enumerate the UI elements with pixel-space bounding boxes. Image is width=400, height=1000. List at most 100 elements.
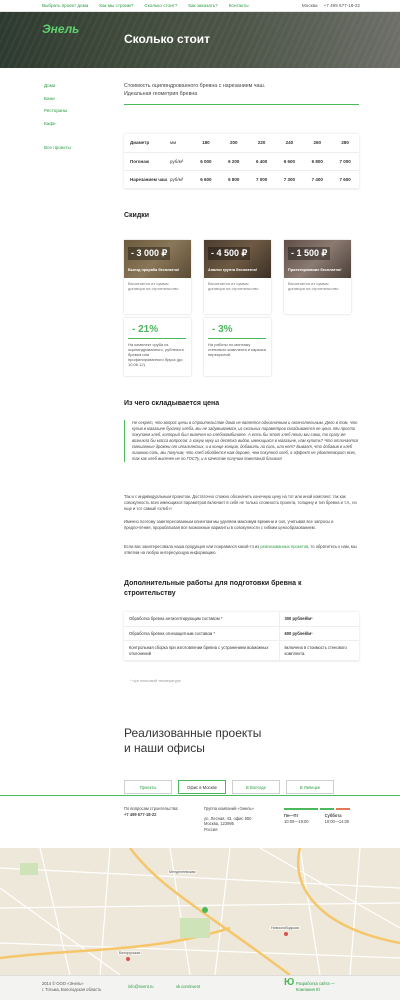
discount-percent: - 3% [212, 324, 233, 335]
price-row: Диаметр мм 180 200 220 240 260 280 [124, 134, 359, 153]
working-hours: Пн—Пт 10:00—19:00 Суббота 10:00—14:00 [284, 806, 350, 824]
discount-text: На комплект сруба из оцилиндрованного, р… [128, 342, 184, 367]
price-cell: 7 000 [247, 170, 276, 189]
price-cell: 280 [331, 134, 359, 153]
discount-title: Анализ грунта бесплатно! [208, 268, 258, 272]
price-cell: 6 800 [219, 170, 248, 189]
header-phone[interactable]: +7 499 677-18-22 [324, 3, 360, 8]
works-note: * при плюсовой температуре [130, 679, 181, 683]
price-row-label: Нарезанием чаш [124, 170, 170, 189]
site-logo[interactable]: Энель [42, 22, 79, 36]
office-tab[interactable]: Офис в Москве [178, 780, 226, 794]
price-cell: 7 000 [331, 152, 359, 171]
top-nav-link[interactable]: Выбрать проект дома [42, 3, 88, 8]
sidebar-item[interactable]: Рестораны [44, 105, 71, 118]
top-nav-right: Москва +7 499 677-18-22 [302, 3, 360, 8]
discount-amount: - 4 500 ₽ [208, 247, 251, 260]
discount-percent: - 21% [132, 324, 159, 335]
works-price: 600 рублей/м³ [278, 626, 359, 641]
price-row-unit: мм [170, 134, 192, 153]
top-nav-link[interactable]: Контакты [229, 3, 249, 8]
office-tab[interactable]: Проекты [124, 780, 172, 794]
city-select[interactable]: Москва [302, 3, 318, 8]
price-section-heading: Из чего складывается цена [124, 400, 220, 407]
works-row: Обработка бревна антисептирующим составо… [124, 612, 359, 627]
price-row-label: Погонаж [124, 152, 170, 171]
discount-percent-card: - 21% На комплект сруба из оцилиндрованно… [124, 318, 191, 376]
price-quote: Не секрет, что вопрос цены в строительст… [124, 420, 359, 462]
price-row-unit: руб/м³ [170, 152, 192, 171]
discount-text: Вычитается из суммы договора на строител… [288, 281, 339, 291]
footer-developer[interactable]: Разработка сайта — Компания Ю [296, 981, 335, 992]
hours-bar-sun [336, 808, 350, 810]
paragraph: Так и с индивидуальным проектом. Достато… [124, 494, 357, 511]
works-name: Контрольная сборка при изготовлении брев… [124, 640, 279, 661]
footer-email[interactable]: info@nvent.ru [128, 984, 154, 990]
discount-card: - 1 500 ₽ Проектирование бесплатно! Вычита… [284, 240, 351, 314]
top-nav-link[interactable]: Сколько стоит? [144, 3, 177, 8]
top-nav-link[interactable]: Как заказать? [188, 3, 217, 8]
hours-bar-sat [320, 808, 334, 810]
offices-heading-line: и наши офисы [124, 741, 205, 755]
hours-time: 10:00—14:00 [324, 818, 350, 824]
discount-text: Вычитается из суммы договора на строител… [208, 281, 259, 291]
developer-logo-icon: Ю [284, 977, 295, 988]
office-tab[interactable]: В Липецке [286, 780, 334, 794]
discounts-heading: Скидки [124, 212, 150, 219]
discount-amount: - 1 500 ₽ [288, 247, 331, 260]
discount-card: - 4 500 ₽ Анализ грунта бесплатно! Вычитае… [204, 240, 271, 314]
map-label: Менделеевская [168, 870, 197, 874]
projects-link[interactable]: реализованных проектов [260, 544, 308, 549]
sidebar-item[interactable]: Бани [44, 93, 71, 106]
price-cell: 6 200 [219, 152, 248, 171]
intro-divider [124, 104, 359, 105]
developer-line: Разработка сайта — [296, 981, 335, 986]
discount-title: Выезд прораба бесплатно! [128, 268, 180, 272]
price-row: Погонаж руб/м³ 6 000 6 200 6 400 6 600 6 800 7 … [124, 152, 359, 171]
contacts-phone[interactable]: +7 499 677-18-22 [124, 812, 179, 818]
sidebar-item[interactable]: Дома [44, 80, 71, 93]
office-tabs: Проекты Офис в Москве В Вологде В Липецке [124, 780, 334, 794]
discount-title: Проектирование бесплатно! [288, 268, 342, 272]
hours-time: 10:00—19:00 [284, 818, 309, 824]
office-map[interactable]: Новослободская Белорусская Менделеевская [0, 848, 400, 975]
map-graphic [0, 848, 400, 975]
contacts-label: По вопросам строительства: [124, 806, 179, 811]
offices-heading-line: Реализованные проекты [124, 726, 262, 740]
offices-heading: Реализованные проекты и наши офисы [124, 726, 261, 756]
company-name: Группа компаний «Энель» [204, 806, 254, 811]
top-nav-links: Выбрать проект дома Как мы строим? Сколько… [42, 3, 249, 8]
hours-bar-weekdays [284, 808, 318, 810]
works-row: Обработка бревна огнезащитным составом *… [124, 626, 359, 641]
discount-amount: - 3 000 ₽ [128, 247, 171, 260]
price-cell: 180 [192, 134, 220, 153]
sidebar: Дома Бани Рестораны Кафе Все проекты [44, 80, 71, 155]
sidebar-item[interactable]: Кафе [44, 118, 71, 131]
works-row: Контрольная сборка при изготовлении брев… [124, 640, 359, 661]
footer-address: г. Тотьма, Вологодская область [42, 986, 102, 992]
price-cell: 6 400 [247, 152, 276, 171]
office-tab[interactable]: В Вологде [232, 780, 280, 794]
price-cell: 6 600 [275, 152, 304, 171]
map-label: Новослободская [270, 926, 300, 930]
price-cell: 6 000 [192, 152, 220, 171]
works-price: 300 рублей/м³ [278, 612, 359, 627]
top-nav-link[interactable]: Как мы строим? [99, 3, 133, 8]
price-cell: 6 600 [192, 170, 220, 189]
discount-card: - 3 000 ₽ Выезд прораба бесплатно! Вычитае… [124, 240, 191, 314]
discount-divider [208, 338, 266, 339]
discount-text: На работы по монтажу стенового комплекта… [208, 342, 266, 357]
footer-vk-link[interactable]: vk.com/nvent [176, 984, 200, 990]
discount-percent-card: - 3% На работы по монтажу стенового компл… [204, 318, 271, 376]
price-cell: 260 [303, 134, 332, 153]
top-navigation: Выбрать проект дома Как мы строим? Сколько… [0, 0, 400, 12]
price-row: Нарезанием чаш руб/м³ 6 600 6 800 7 000 7 300… [124, 170, 359, 189]
price-cell: 7 400 [303, 170, 332, 189]
map-label: Белорусская [118, 951, 142, 955]
developer-line: Компания Ю [296, 986, 321, 992]
footer-copyright: 2014 © ООО «Энель» г. Тотьма, Вологодска… [42, 981, 101, 992]
price-table: Диаметр мм 180 200 220 240 260 280 Погонаж руб/м³… [124, 134, 359, 189]
discount-text: Вычитается из суммы договора на строител… [128, 281, 179, 291]
sidebar-all-projects[interactable]: Все проекты [44, 142, 71, 155]
price-cell: 200 [219, 134, 248, 153]
